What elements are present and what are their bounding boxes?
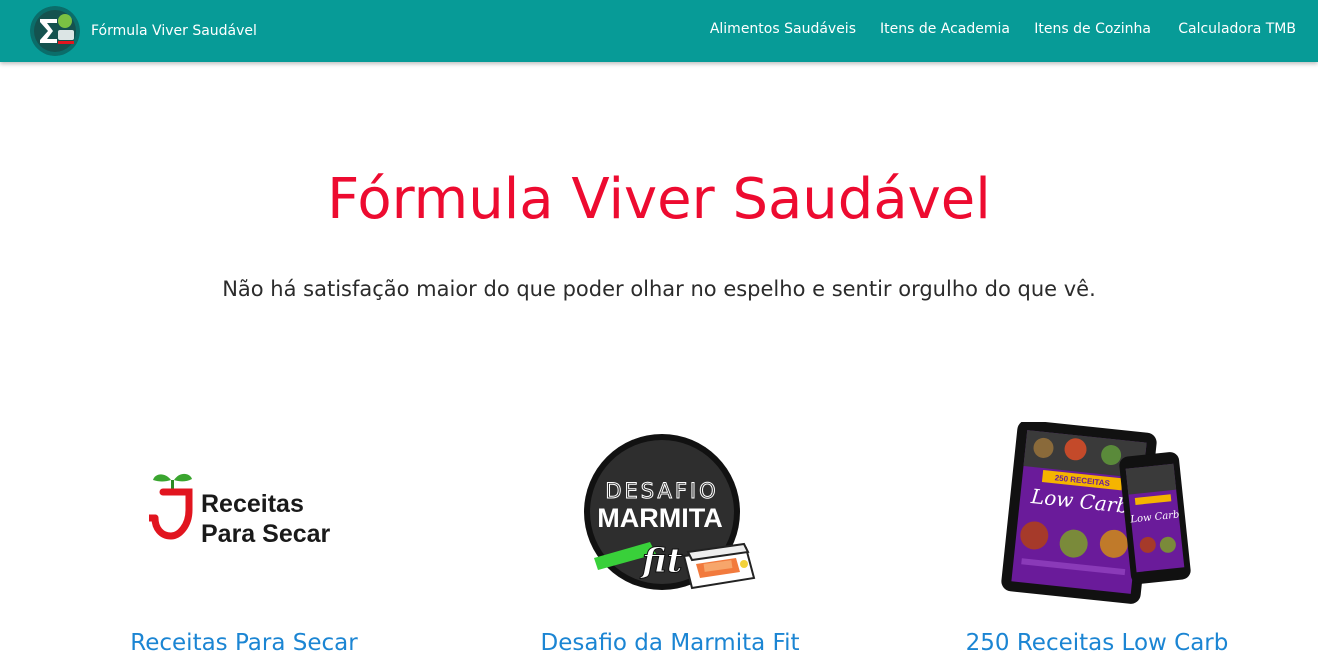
svg-text:MARMITA: MARMITA xyxy=(597,503,722,533)
svg-text:DESAFIO: DESAFIO xyxy=(605,479,718,503)
product-card-desafio-marmita-fit: DESAFIO MARMITA fit Desafio da Marmita F… xyxy=(450,410,890,666)
nav-itens-de-academia[interactable]: Itens de Academia xyxy=(880,21,1010,37)
sigma-logo-icon xyxy=(30,6,80,56)
svg-text:Para Secar: Para Secar xyxy=(201,520,331,548)
product-card-receitas-para-secar: Receitas Para Secar Receitas Para Secar xyxy=(24,410,464,666)
receitas-para-secar-logo: Receitas Para Secar xyxy=(149,473,331,548)
product-image[interactable]: 250 RECEITAS Low Carb Low Carb xyxy=(877,418,1317,608)
ebook-tablet-mockup: 250 RECEITAS Low Carb Low Carb xyxy=(1001,422,1191,604)
top-navbar: Fórmula Viver Saudável Alimentos Saudáve… xyxy=(0,0,1318,62)
hero-title: Fórmula Viver Saudável xyxy=(327,167,991,232)
product-title-link[interactable]: Desafio da Marmita Fit xyxy=(450,630,890,656)
brand[interactable]: Fórmula Viver Saudável xyxy=(30,4,257,58)
svg-text:fit: fit xyxy=(639,541,683,581)
svg-text:Receitas: Receitas xyxy=(201,490,304,518)
product-image[interactable]: DESAFIO MARMITA fit xyxy=(450,420,890,610)
desafio-marmita-logo: DESAFIO MARMITA fit xyxy=(584,434,756,590)
brand-name-link[interactable]: Fórmula Viver Saudável xyxy=(91,23,257,39)
product-title-link[interactable]: Receitas Para Secar xyxy=(24,630,464,656)
product-card-250-receitas-low-carb: 250 RECEITAS Low Carb Low Carb 250 Recei… xyxy=(877,410,1317,666)
nav-calculadora-tmb[interactable]: Calculadora TMB xyxy=(1178,21,1296,37)
product-image[interactable]: Receitas Para Secar xyxy=(24,420,464,610)
hero-subtitle: Não há satisfação maior do que poder olh… xyxy=(222,277,1096,301)
nav-alimentos-saudaveis[interactable]: Alimentos Saudáveis xyxy=(710,21,856,37)
nav-itens-de-cozinha[interactable]: Itens de Cozinha xyxy=(1034,21,1151,37)
product-title-link[interactable]: 250 Receitas Low Carb xyxy=(877,630,1317,656)
